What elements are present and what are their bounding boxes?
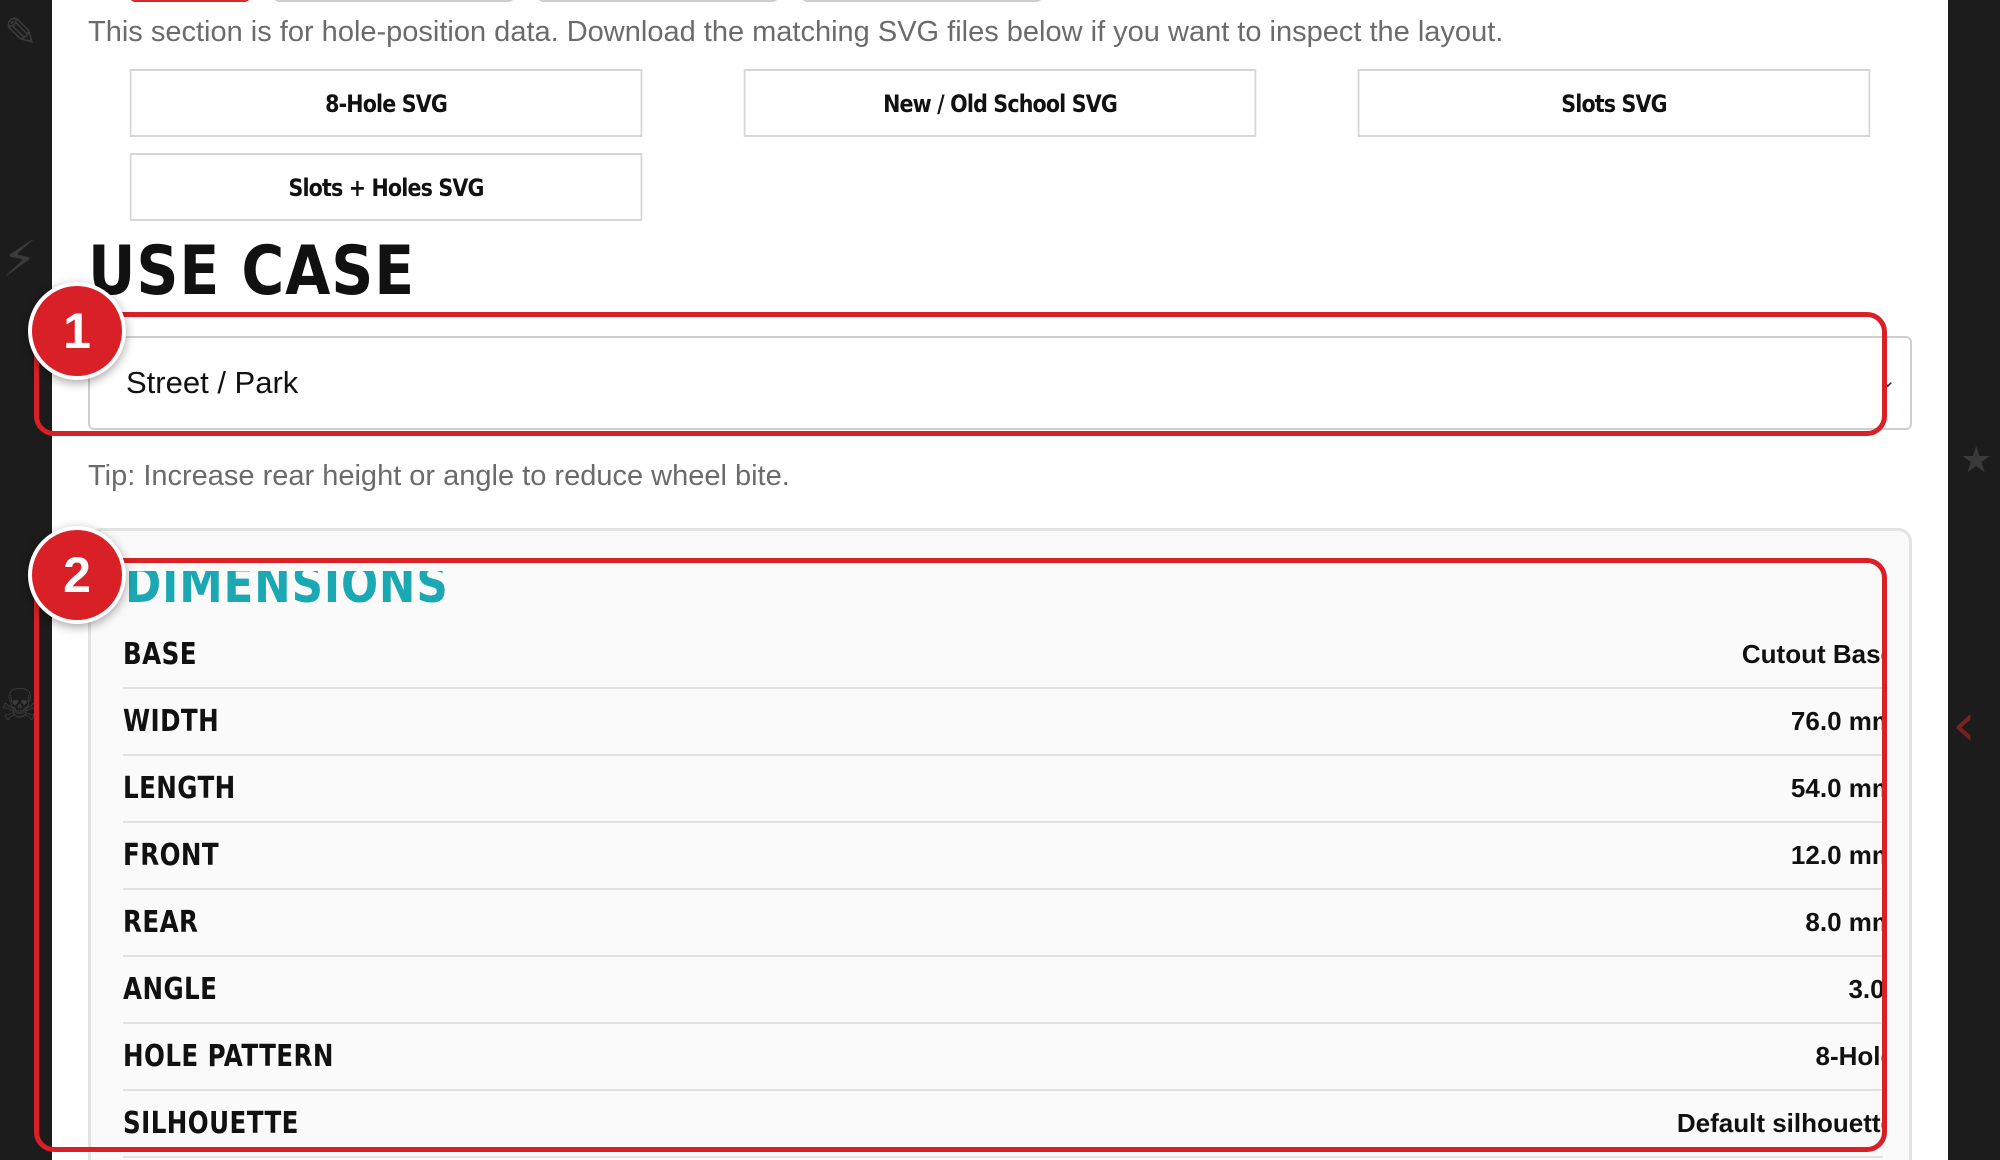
table-row: REAR 8.0 mm <box>123 889 1883 957</box>
top-tab-strip <box>130 0 1042 2</box>
chevron-down-icon: ⌄ <box>1879 370 1896 392</box>
table-row: SILHOUETTE Default silhouette <box>123 1090 1883 1158</box>
dimension-value-hole-pattern: 8-Hole <box>1815 1041 1883 1071</box>
dimension-value-base: Cutout Base <box>1741 638 1883 669</box>
table-row: LENGTH 54.0 mm <box>123 755 1883 823</box>
dimension-value-length: 54.0 mm <box>1790 773 1883 803</box>
download-slots-holes-svg-button[interactable]: Slots + Holes SVG <box>129 153 643 221</box>
dimension-label-hole-pattern: HOLE PATTERN <box>123 1039 334 1074</box>
dimension-label-front: FRONT <box>123 838 220 873</box>
table-row: WIDTH 76.0 mm <box>123 688 1883 756</box>
svg-download-buttons: 8-Hole SVG New / Old School SVG Slots SV… <box>88 69 1912 221</box>
background-doodle-icon: ✎ <box>4 10 38 56</box>
dimension-value-front: 12.0 mm <box>1790 840 1883 870</box>
dimension-value-silhouette: Default silhouette <box>1676 1108 1883 1138</box>
use-case-heading: USE CASE <box>88 232 416 311</box>
table-row: HOLE PATTERN 8-Hole <box>123 1023 1883 1091</box>
download-new-old-school-svg-button[interactable]: New / Old School SVG <box>743 69 1257 137</box>
top-tab-active[interactable] <box>130 0 250 2</box>
dimension-label-angle: ANGLE <box>123 972 218 1007</box>
top-tab[interactable] <box>274 0 514 2</box>
use-case-select[interactable]: Street / Park ⌄ <box>88 336 1912 430</box>
dimension-label-width: WIDTH <box>123 704 220 739</box>
table-row: ANGLE 3.0° <box>123 956 1883 1024</box>
use-case-selected-value: Street / Park <box>126 365 299 400</box>
background-skull-icon: ☠ <box>0 680 40 731</box>
background-bolt-icon: ⚡ <box>2 230 38 288</box>
intro-text: This section is for hole-position data. … <box>88 16 1504 48</box>
download-slots-svg-button[interactable]: Slots SVG <box>1357 69 1871 137</box>
dimensions-card: DIMENSIONS BASE Cutout Base WIDTH 76.0 m… <box>88 528 1912 1160</box>
dimensions-title: DIMENSIONS <box>125 571 449 615</box>
background-chevron-icon: ‹ <box>1952 690 1976 760</box>
dimension-value-width: 76.0 mm <box>1790 706 1883 736</box>
top-tab[interactable] <box>538 0 778 2</box>
background-star-icon: ★ <box>1960 440 1993 481</box>
dimensions-table: BASE Cutout Base WIDTH 76.0 mm LENGTH 54… <box>123 621 1883 1158</box>
use-case-tip: Tip: Increase rear height or angle to re… <box>88 460 790 492</box>
dimension-label-silhouette: SILHOUETTE <box>123 1106 299 1141</box>
dimension-value-angle: 3.0° <box>1848 974 1883 1004</box>
table-row: BASE Cutout Base <box>123 621 1883 689</box>
table-row: FRONT 12.0 mm <box>123 822 1883 890</box>
top-tab[interactable] <box>802 0 1042 2</box>
page-content: This section is for hole-position data. … <box>52 0 1948 1160</box>
dimension-value-rear: 8.0 mm <box>1805 907 1883 937</box>
annotation-badge-1: 1 <box>28 282 126 380</box>
dimension-label-length: LENGTH <box>123 771 236 806</box>
dimension-label-rear: REAR <box>123 905 199 940</box>
dimension-label-base: BASE <box>123 636 197 672</box>
annotation-badge-2: 2 <box>28 526 126 624</box>
download-8-hole-svg-button[interactable]: 8-Hole SVG <box>129 69 643 137</box>
